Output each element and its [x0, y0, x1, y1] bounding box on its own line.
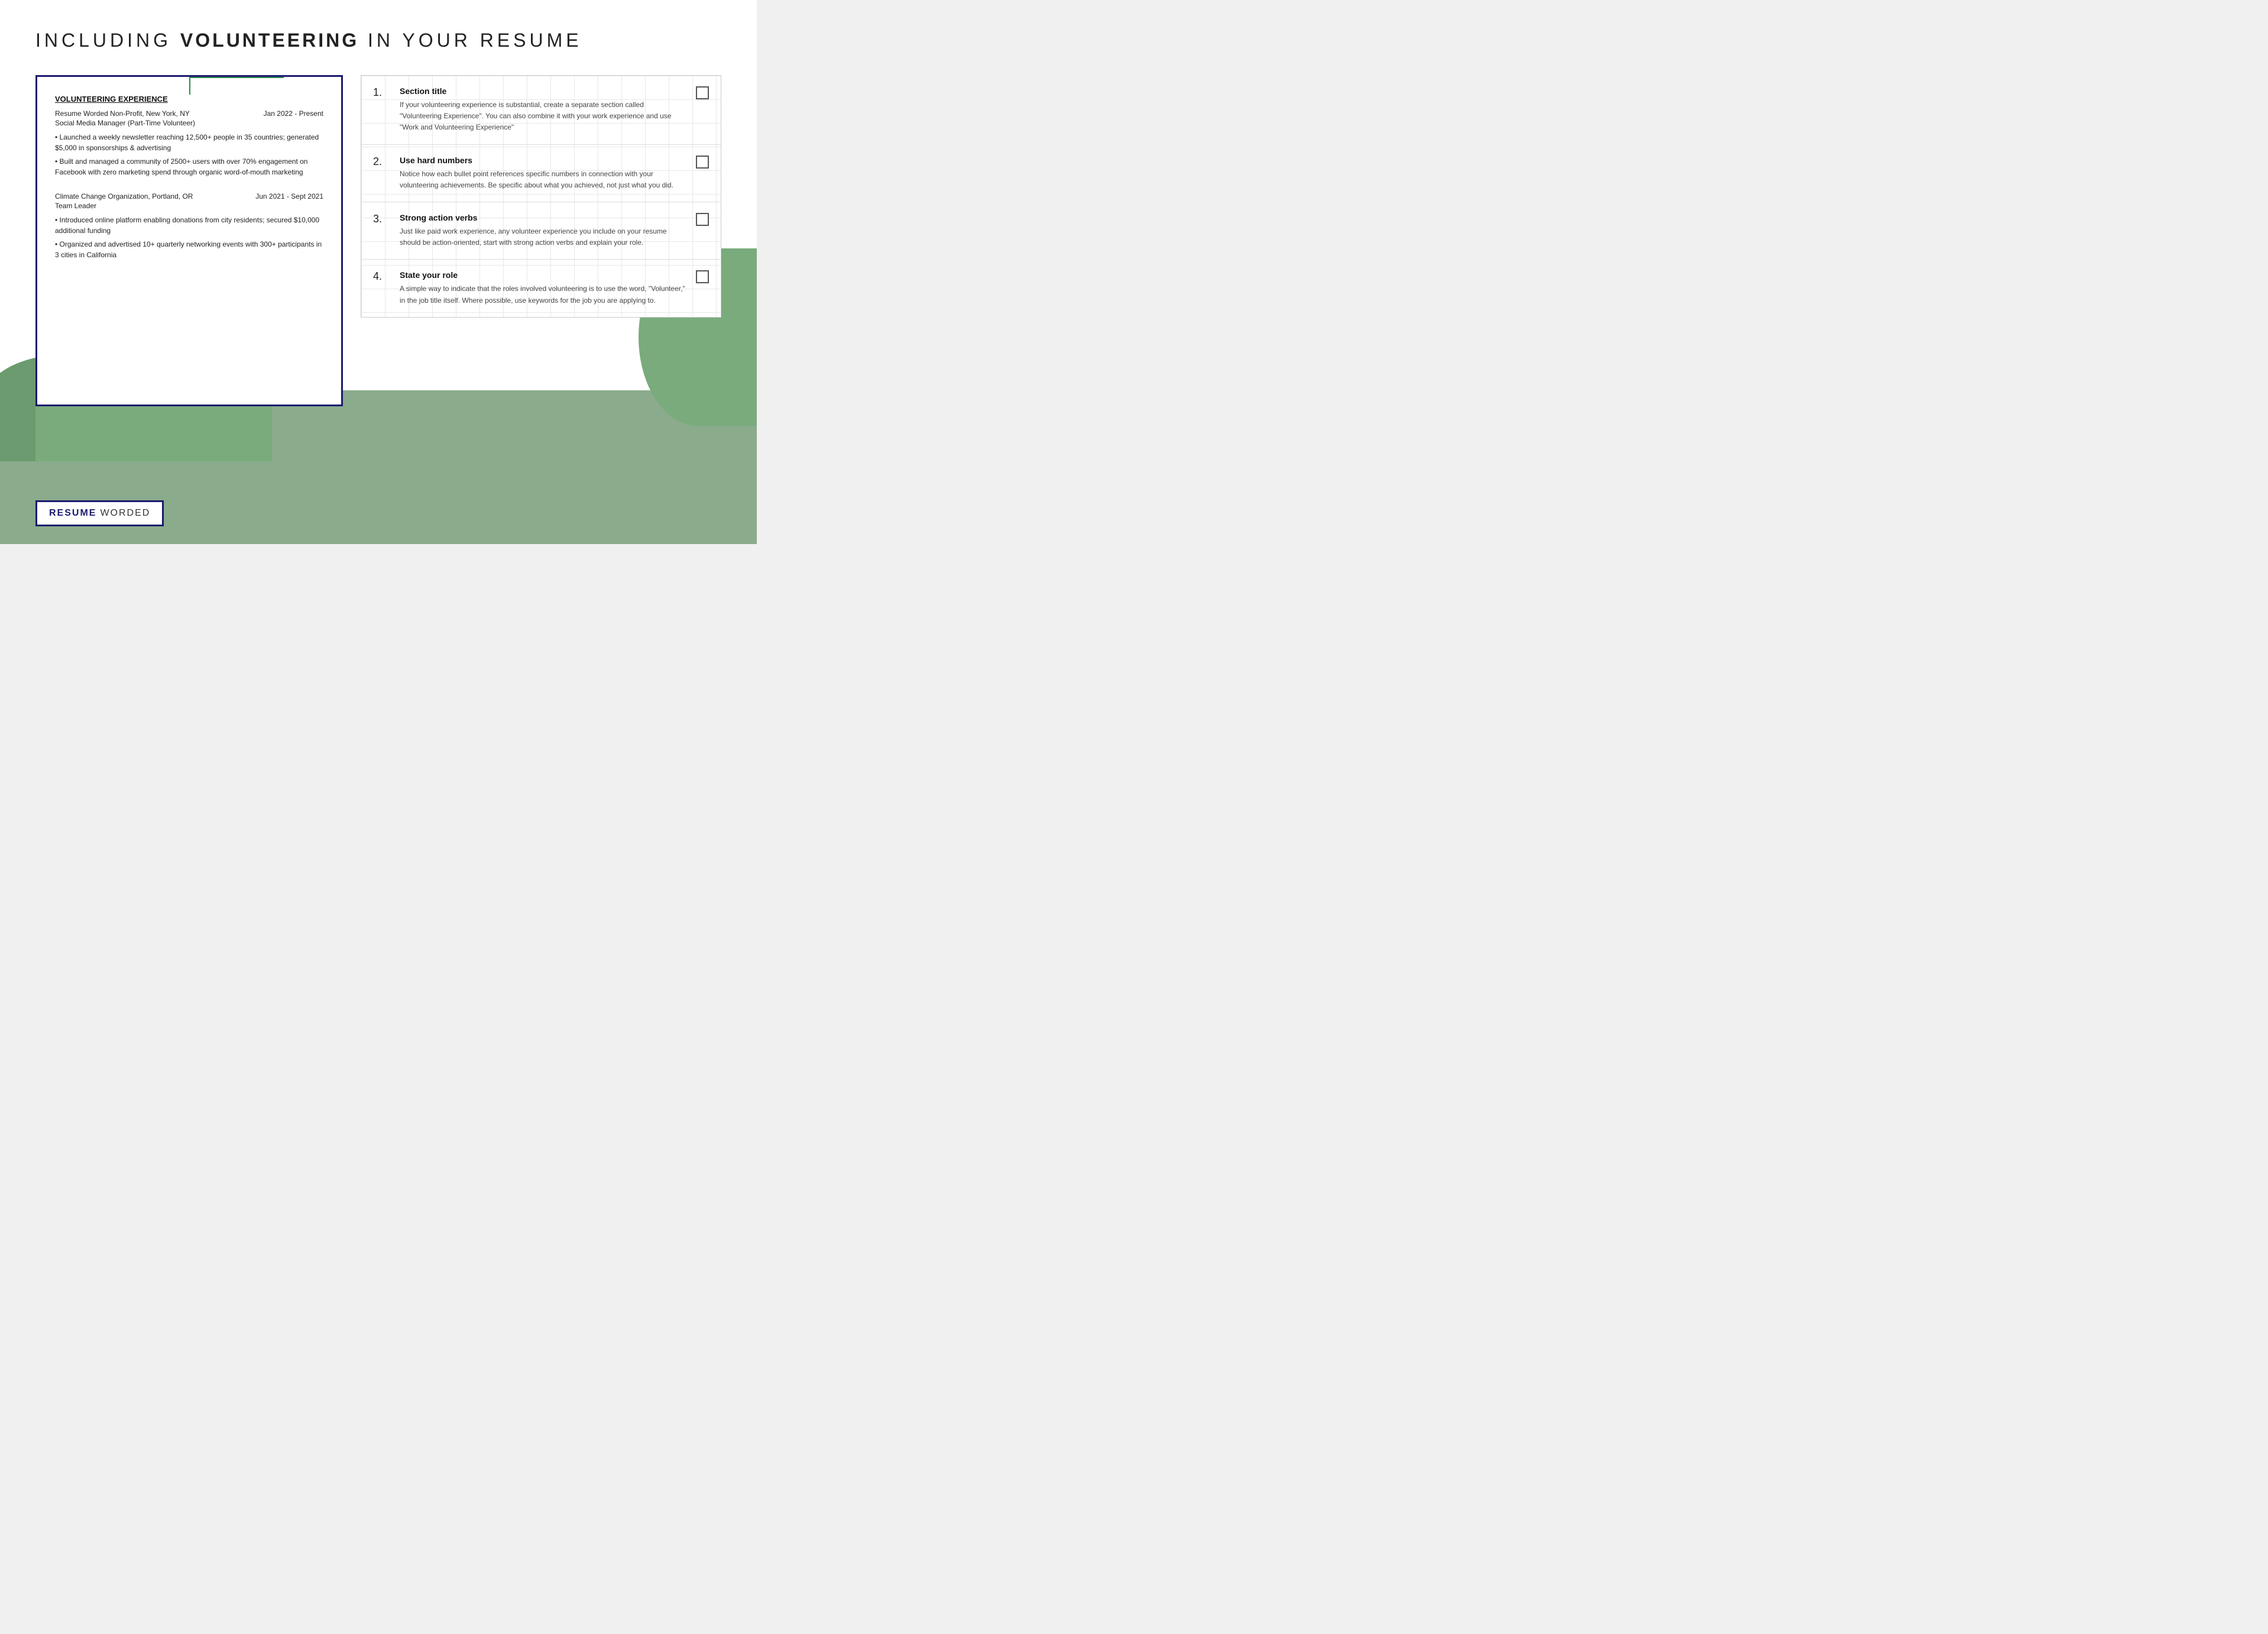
tip-number-3: 3.	[373, 213, 397, 226]
job1-bullet2: • Built and managed a community of 2500+…	[55, 156, 323, 177]
tip-number-2: 2.	[373, 156, 397, 169]
tip-checkbox-1[interactable]	[696, 86, 709, 99]
title-prefix: INCLUDING	[35, 30, 180, 51]
brand-worded: WORDED	[100, 508, 150, 519]
tip-checkbox-3[interactable]	[696, 213, 709, 226]
tip-item-2: 2. Use hard numbers Notice how each bull…	[361, 145, 721, 202]
brand-badge: RESUME WORDED	[35, 500, 164, 526]
job2-bullet2: • Organized and advertised 10+ quarterly…	[55, 239, 323, 260]
title-bold: VOLUNTEERING	[180, 30, 359, 51]
resume-section-title: VOLUNTEERING EXPERIENCE	[55, 95, 323, 103]
tip-title-4: State your role	[400, 270, 687, 280]
tip-description-1: If your volunteering experience is subst…	[400, 99, 687, 134]
tip-item-3: 3. Strong action verbs Just like paid wo…	[361, 202, 721, 260]
job1-bullet1: • Launched a weekly newsletter reaching …	[55, 132, 323, 153]
tip-description-2: Notice how each bullet point references …	[400, 169, 687, 191]
branding-area: RESUME WORDED	[35, 500, 164, 526]
brand-resume: RESUME	[49, 508, 96, 519]
tip-title-1: Section title	[400, 86, 687, 96]
tip-checkbox-2[interactable]	[696, 156, 709, 169]
job2-role: Team Leader	[55, 202, 323, 210]
tip-title-2: Use hard numbers	[400, 156, 687, 165]
tip-content-1: Section title If your volunteering exper…	[400, 86, 687, 134]
tip-checkbox-4[interactable]	[696, 270, 709, 283]
tip-content-4: State your role A simple way to indicate…	[400, 270, 687, 306]
main-container: INCLUDING VOLUNTEERING IN YOUR RESUME VO…	[0, 0, 757, 544]
job1-date: Jan 2022 - Present	[264, 109, 323, 118]
job2-org-line: Climate Change Organization, Portland, O…	[55, 192, 323, 200]
tip-description-4: A simple way to indicate that the roles …	[400, 283, 687, 306]
two-column-layout: VOLUNTEERING EXPERIENCE Resume Worded No…	[35, 75, 721, 406]
tip-number-4: 4.	[373, 270, 397, 283]
job2-bullet1: • Introduced online platform enabling do…	[55, 215, 323, 236]
tip-content-2: Use hard numbers Notice how each bullet …	[400, 156, 687, 191]
job2-date: Jun 2021 - Sept 2021	[255, 192, 323, 200]
tip-number-1: 1.	[373, 86, 397, 99]
content-area: INCLUDING VOLUNTEERING IN YOUR RESUME VO…	[0, 0, 757, 430]
tip-item-1: 1. Section title If your volunteering ex…	[361, 76, 721, 145]
title-suffix: IN YOUR RESUME	[359, 30, 582, 51]
tip-item-4: 4. State your role A simple way to indic…	[361, 260, 721, 316]
tip-content-3: Strong action verbs Just like paid work …	[400, 213, 687, 248]
tip-title-3: Strong action verbs	[400, 213, 687, 222]
tips-container: 1. Section title If your volunteering ex…	[361, 75, 721, 318]
job1-org-line: Resume Worded Non-Profit, New York, NY J…	[55, 109, 323, 118]
job1-org: Resume Worded Non-Profit, New York, NY	[55, 109, 190, 118]
page-title: INCLUDING VOLUNTEERING IN YOUR RESUME	[35, 30, 721, 51]
job2-org: Climate Change Organization, Portland, O…	[55, 192, 193, 200]
resume-spacer	[55, 180, 323, 192]
tip-description-3: Just like paid work experience, any volu…	[400, 226, 687, 248]
green-top-vertical-line	[189, 77, 190, 95]
job1-role: Social Media Manager (Part-Time Voluntee…	[55, 119, 323, 127]
green-top-horizontal-line	[189, 77, 284, 78]
resume-card: VOLUNTEERING EXPERIENCE Resume Worded No…	[35, 75, 343, 406]
